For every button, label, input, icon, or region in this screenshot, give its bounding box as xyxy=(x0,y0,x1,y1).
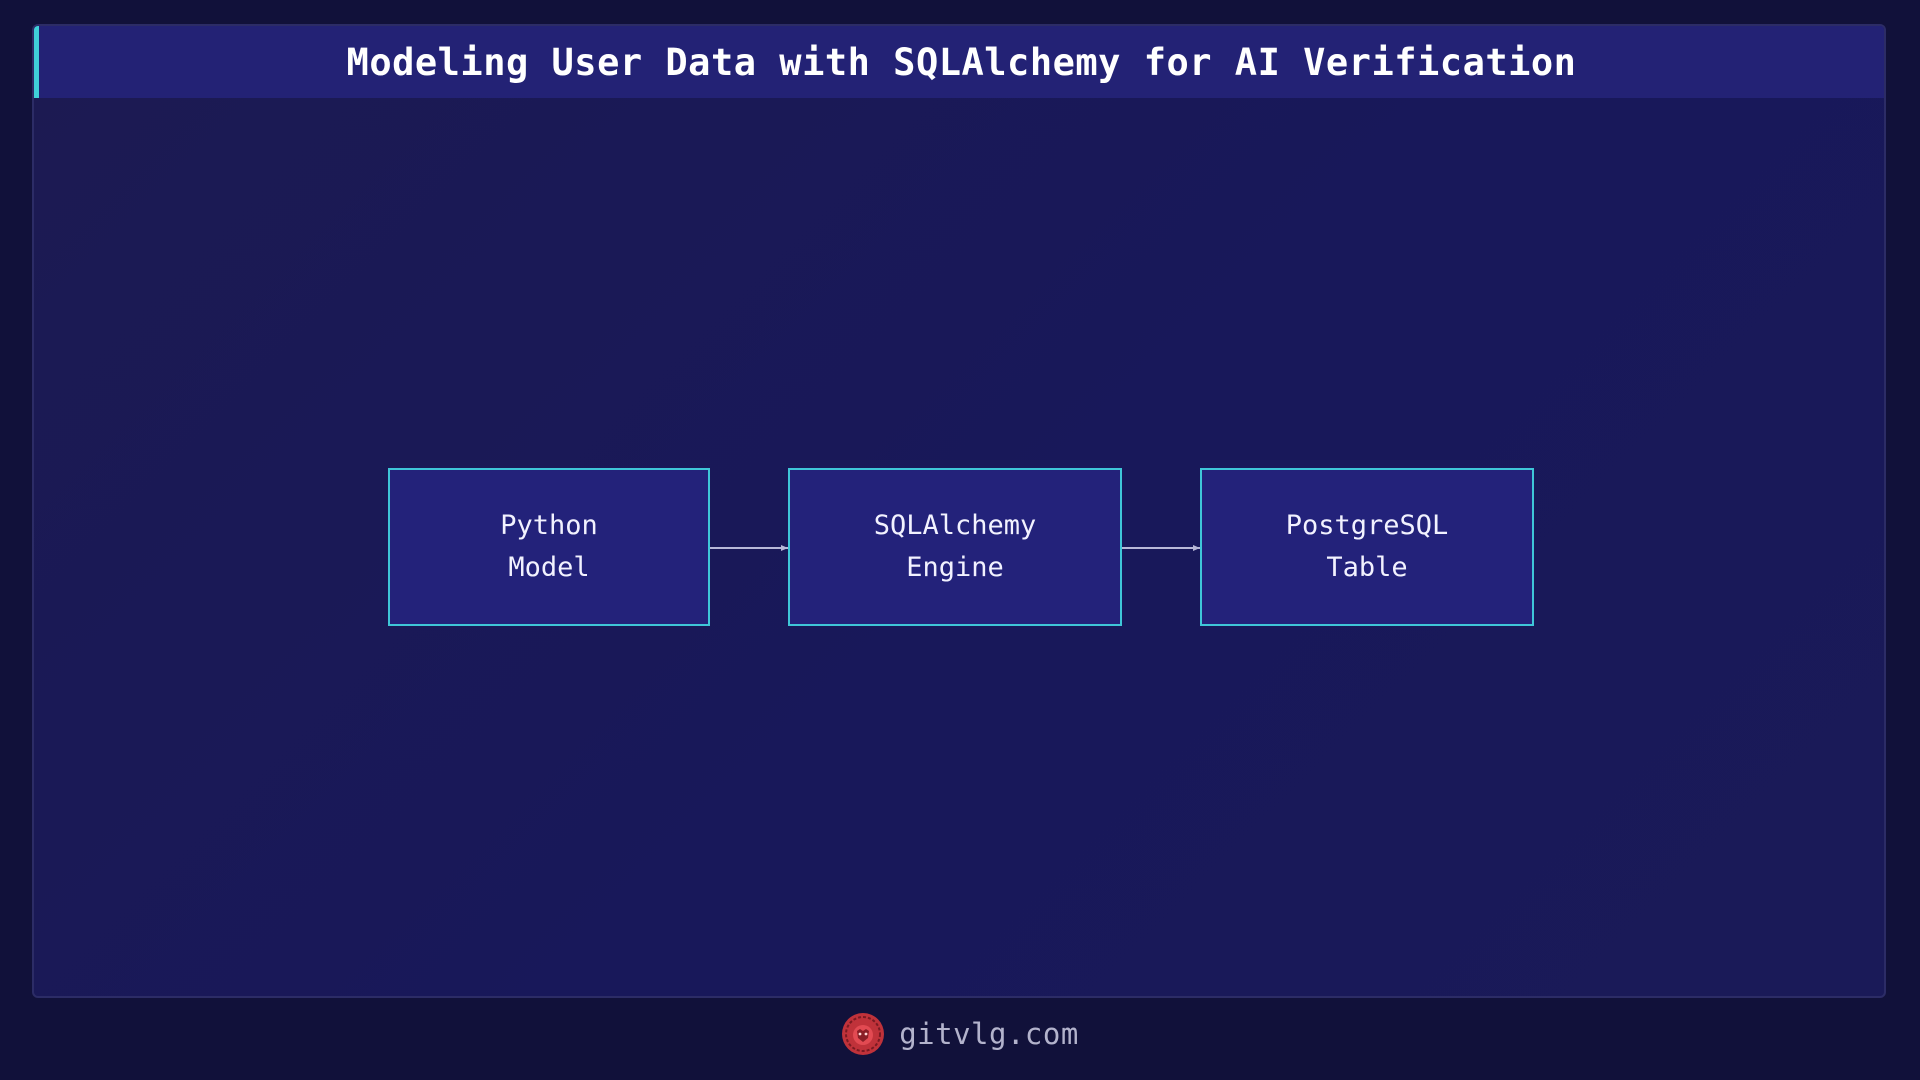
lion-head-icon xyxy=(842,1013,885,1055)
diagram-panel: Modeling User Data with SQLAlchemy for A… xyxy=(32,24,1886,998)
node-label-postgresql-table: PostgreSQL Table xyxy=(1285,510,1449,583)
footer-site-link[interactable]: gitvlg.com xyxy=(899,1017,1079,1051)
node-label-sqlalchemy-engine: SQLAlchemy Engine xyxy=(873,510,1037,583)
node-sqlalchemy-engine: SQLAlchemy Engine xyxy=(788,468,1122,626)
node-label-python-model: Python Model xyxy=(500,510,598,583)
node-python-model: Python Model xyxy=(388,468,710,626)
node-postgresql-table: PostgreSQL Table xyxy=(1200,468,1534,626)
footer: gitvlg.com xyxy=(0,1008,1920,1060)
